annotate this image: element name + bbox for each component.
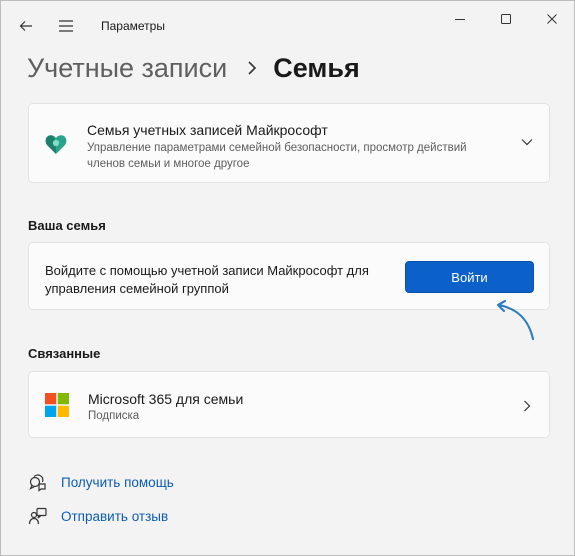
navigation-menu-button[interactable]	[55, 15, 77, 37]
hamburger-menu-icon	[59, 20, 73, 32]
send-feedback-link-text[interactable]: Отправить отзыв	[61, 509, 168, 524]
back-button[interactable]	[15, 15, 37, 37]
minimize-button[interactable]	[437, 6, 483, 32]
sign-in-button[interactable]: Войти	[405, 261, 534, 293]
settings-window: Параметры Учетные записи Семья Семья уче…	[0, 0, 575, 556]
send-feedback-link[interactable]: Отправить отзыв	[28, 505, 168, 527]
title-bar: Параметры	[1, 1, 574, 49]
get-help-link[interactable]: Получить помощь	[28, 471, 174, 493]
sign-in-card: Войдите с помощью учетной записи Майкрос…	[28, 242, 550, 310]
close-icon	[547, 14, 557, 24]
family-card-title: Семья учетных записей Майкрософт	[87, 122, 328, 138]
family-heart-icon	[45, 135, 67, 154]
microsoft-family-card[interactable]: Семья учетных записей Майкрософт Управле…	[28, 103, 550, 183]
help-icon	[29, 474, 46, 492]
minimize-icon	[455, 19, 465, 20]
related-item-subtitle: Подписка	[88, 410, 140, 422]
your-family-heading: Ваша семья	[28, 218, 106, 233]
feedback-icon	[28, 507, 47, 525]
annotation-arrow	[496, 299, 535, 341]
breadcrumb: Учетные записи Семья	[27, 51, 360, 85]
maximize-icon	[501, 14, 511, 24]
chevron-right-icon	[248, 61, 257, 75]
breadcrumb-separator	[241, 56, 263, 80]
breadcrumb-parent-link[interactable]: Учетные записи	[27, 53, 227, 84]
sign-in-description: Войдите с помощью учетной записи Майкрос…	[45, 263, 369, 296]
chevron-right-icon	[524, 400, 531, 412]
get-help-link-text[interactable]: Получить помощь	[61, 475, 174, 490]
page-title: Семья	[273, 52, 360, 83]
chevron-down-icon[interactable]	[519, 134, 535, 150]
microsoft-logo-icon	[45, 393, 69, 417]
close-button[interactable]	[529, 6, 575, 32]
related-heading: Связанные	[28, 346, 101, 361]
window-title: Параметры	[101, 19, 165, 33]
maximize-button[interactable]	[483, 6, 529, 32]
back-arrow-icon	[19, 21, 32, 31]
family-card-description: Управление параметрами семейной безопасн…	[87, 142, 467, 170]
related-item-title: Microsoft 365 для семьи	[88, 391, 244, 407]
microsoft-365-family-card[interactable]: Microsoft 365 для семьи Подписка	[28, 371, 550, 438]
